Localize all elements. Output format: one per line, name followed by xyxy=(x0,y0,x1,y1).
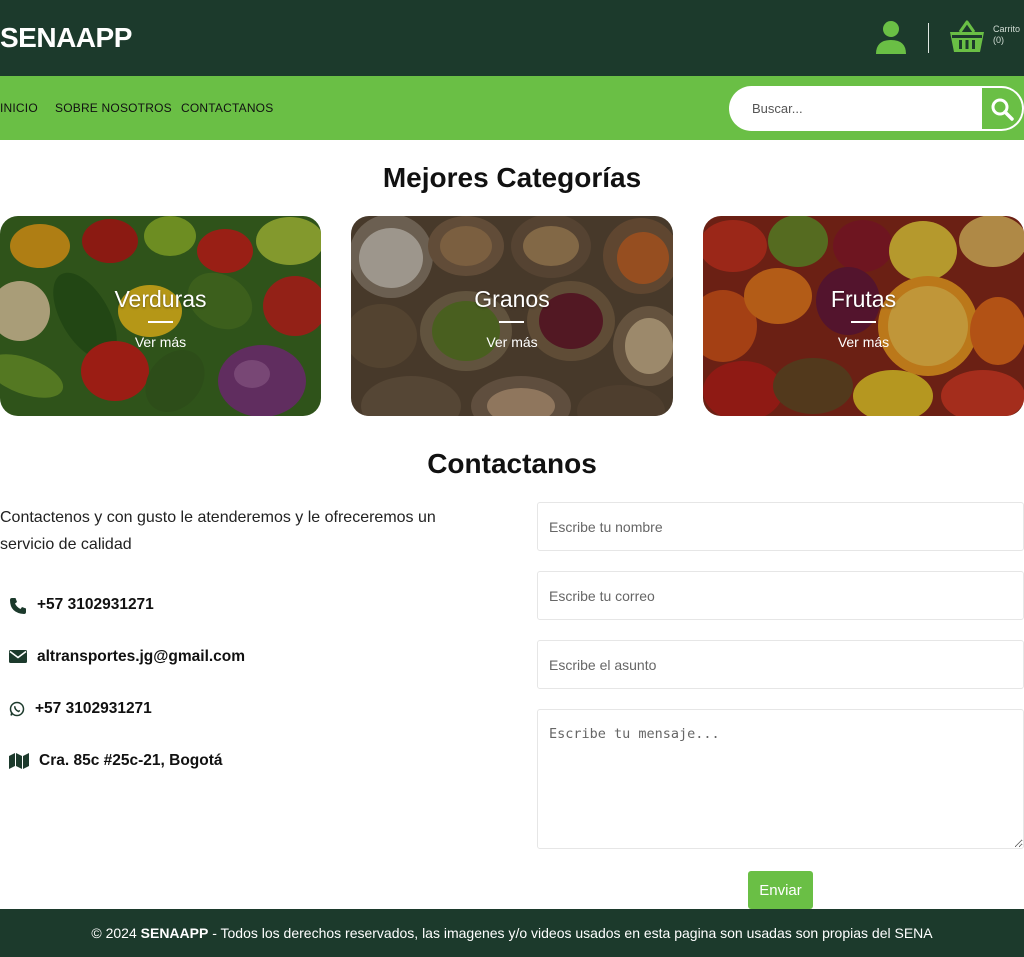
category-overlay xyxy=(703,216,1024,416)
footer-brand: SENAAPP xyxy=(140,925,209,941)
send-button[interactable]: Enviar xyxy=(748,871,813,909)
category-overlay xyxy=(0,216,321,416)
search-box xyxy=(729,86,1024,131)
user-icon[interactable] xyxy=(874,20,908,56)
category-overlay xyxy=(351,216,673,416)
category-name: Frutas xyxy=(830,286,897,312)
category-card-granos[interactable]: Granos Ver más xyxy=(351,216,673,416)
search-input[interactable] xyxy=(729,86,981,131)
contact-description: Contactenos y con gusto le atenderemos y… xyxy=(0,509,436,553)
category-underline xyxy=(851,321,876,323)
top-header: SENAAPP Carrito (0) xyxy=(0,0,1024,76)
category-name: Verduras xyxy=(114,286,207,312)
whatsapp-number[interactable]: +57 3102931271 xyxy=(35,700,152,718)
nav-item-sobre-nosotros[interactable]: SOBRE NOSOTROS xyxy=(55,101,172,115)
address-text: Cra. 85c #25c-21, Bogotá xyxy=(39,752,223,769)
name-field[interactable] xyxy=(537,502,1024,551)
search-icon xyxy=(991,98,1014,121)
whatsapp-icon xyxy=(9,701,25,717)
phone-number[interactable]: +57 3102931271 xyxy=(37,596,154,614)
basket-icon[interactable] xyxy=(948,18,986,56)
cart-count: (0) xyxy=(993,35,1004,45)
footer-prefix: © 2024 xyxy=(91,925,141,941)
map-icon xyxy=(9,753,29,769)
email-address[interactable]: altransportes.jg@gmail.com xyxy=(37,648,245,666)
nav-item-inicio[interactable]: INICIO xyxy=(0,101,38,115)
category-underline xyxy=(148,321,173,323)
cart-label[interactable]: Carrito (0) xyxy=(993,24,1020,46)
brand-logo[interactable]: SENAAPP xyxy=(0,22,132,54)
category-see-more-link[interactable]: Ver más xyxy=(703,334,1024,350)
message-field[interactable] xyxy=(537,709,1024,849)
email-field[interactable] xyxy=(537,571,1024,620)
nav-item-contactanos[interactable]: CONTACTANOS xyxy=(181,101,273,115)
category-card-frutas[interactable]: Frutas Ver más xyxy=(703,216,1024,416)
category-name: Granos xyxy=(474,286,550,312)
category-see-more-link[interactable]: Ver más xyxy=(351,334,673,350)
cart-label-text: Carrito xyxy=(993,24,1021,34)
categories-title: Mejores Categorías xyxy=(382,162,642,193)
nav-bar: INICIO SOBRE NOSOTROS CONTACTANOS xyxy=(0,76,1024,140)
contact-title: Contactanos xyxy=(427,448,597,479)
subject-field[interactable] xyxy=(537,640,1024,689)
category-see-more-link[interactable]: Ver más xyxy=(0,334,321,350)
phone-icon xyxy=(10,598,26,614)
footer: © 2024 SENAAPP - Todos los derechos rese… xyxy=(0,909,1024,957)
category-underline xyxy=(499,321,524,323)
search-button[interactable] xyxy=(982,88,1022,129)
category-card-verduras[interactable]: Verduras Ver más xyxy=(0,216,321,416)
envelope-icon xyxy=(9,650,27,663)
header-divider xyxy=(928,23,929,53)
footer-text: - Todos los derechos reservados, las ima… xyxy=(208,925,933,941)
